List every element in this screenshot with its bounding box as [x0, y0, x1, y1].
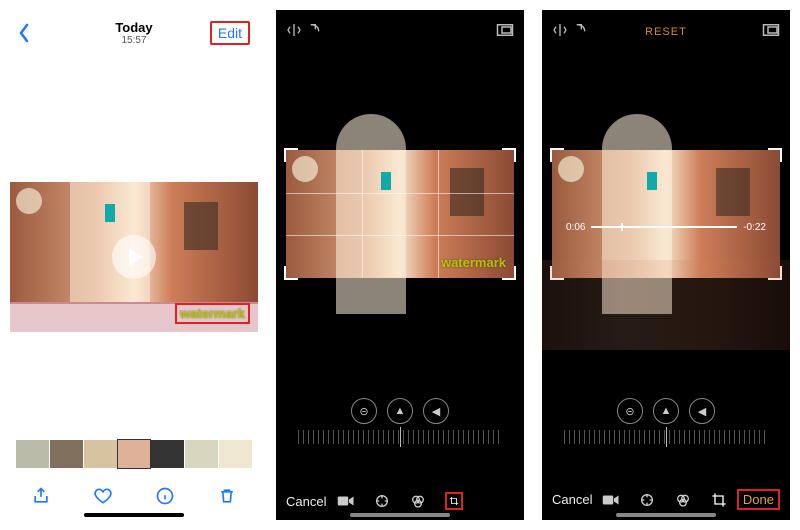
- crop-editor-panel: watermark ⊝ ▲ ◀ Cancel: [276, 10, 524, 520]
- vertical-perspective-icon[interactable]: ▲: [653, 398, 679, 424]
- video-mode-icon[interactable]: [337, 492, 355, 510]
- aspect-icon[interactable]: [496, 23, 514, 37]
- thumbnail-strip[interactable]: [16, 440, 252, 468]
- favorite-icon[interactable]: [93, 486, 113, 506]
- crop-handle-tr[interactable]: [768, 148, 782, 162]
- angle-ruler[interactable]: [564, 430, 768, 444]
- share-icon[interactable]: [31, 486, 51, 506]
- blurred-background: [542, 260, 790, 350]
- crop-handle-br[interactable]: [502, 266, 516, 280]
- watermark-label: watermark: [441, 255, 506, 270]
- crop-handle-tl[interactable]: [550, 148, 564, 162]
- info-icon[interactable]: [155, 486, 175, 506]
- home-indicator: [350, 513, 450, 517]
- video-mode-icon[interactable]: [602, 491, 620, 509]
- done-button[interactable]: Done: [737, 489, 780, 510]
- vertical-perspective-icon[interactable]: ▲: [387, 398, 413, 424]
- filters-mode-icon[interactable]: [674, 491, 692, 509]
- crop-mode-icon[interactable]: [710, 491, 728, 509]
- crop-handle-bl[interactable]: [284, 266, 298, 280]
- crop-editor-done-panel: RESET 0:06 -0:22 ⊝ ▲ ◀ Cancel: [542, 10, 790, 520]
- editor-bottom-bar: Cancel Done: [542, 489, 790, 510]
- straighten-buttons: ⊝ ▲ ◀: [542, 398, 790, 424]
- play-icon[interactable]: [112, 235, 156, 279]
- straighten-icon[interactable]: ⊝: [617, 398, 643, 424]
- reset-button[interactable]: RESET: [645, 26, 687, 38]
- remaining-time: -0:22: [743, 222, 766, 233]
- trash-icon[interactable]: [217, 486, 237, 506]
- cancel-button[interactable]: Cancel: [552, 492, 592, 507]
- adjust-mode-icon[interactable]: [638, 491, 656, 509]
- nav-bar: Today 15:57 Edit: [10, 10, 258, 52]
- filters-mode-icon[interactable]: [409, 492, 427, 510]
- back-button[interactable]: [18, 23, 30, 43]
- editor-top-bar: RESET: [542, 10, 790, 44]
- bottom-toolbar: [10, 486, 258, 506]
- straighten-icon[interactable]: ⊝: [351, 398, 377, 424]
- rotate-icon[interactable]: [574, 22, 590, 38]
- crop-handle-tr[interactable]: [502, 148, 516, 162]
- editor-bottom-bar: Cancel: [276, 492, 524, 510]
- crop-frame[interactable]: watermark: [286, 150, 514, 278]
- crop-frame[interactable]: 0:06 -0:22: [552, 150, 780, 278]
- aspect-icon[interactable]: [762, 23, 780, 37]
- straighten-buttons: ⊝ ▲ ◀: [276, 398, 524, 424]
- cancel-button[interactable]: Cancel: [286, 494, 326, 509]
- adjust-mode-icon[interactable]: [373, 492, 391, 510]
- video-preview[interactable]: watermark: [10, 182, 258, 332]
- home-indicator: [84, 513, 184, 517]
- edit-button[interactable]: Edit: [210, 21, 250, 45]
- crop-mode-icon[interactable]: [445, 492, 463, 510]
- home-indicator: [616, 513, 716, 517]
- editor-top-bar: [276, 10, 524, 44]
- video-scrubber[interactable]: 0:06 -0:22: [566, 222, 766, 233]
- horizontal-perspective-icon[interactable]: ◀: [423, 398, 449, 424]
- rotate-icon[interactable]: [308, 22, 324, 38]
- flip-icon[interactable]: [552, 22, 568, 38]
- photos-view-panel: Today 15:57 Edit watermark: [10, 10, 258, 520]
- angle-ruler[interactable]: [298, 430, 502, 444]
- horizontal-perspective-icon[interactable]: ◀: [689, 398, 715, 424]
- crop-handle-tl[interactable]: [284, 148, 298, 162]
- elapsed-time: 0:06: [566, 222, 585, 233]
- watermark-label: watermark: [175, 303, 250, 324]
- flip-icon[interactable]: [286, 22, 302, 38]
